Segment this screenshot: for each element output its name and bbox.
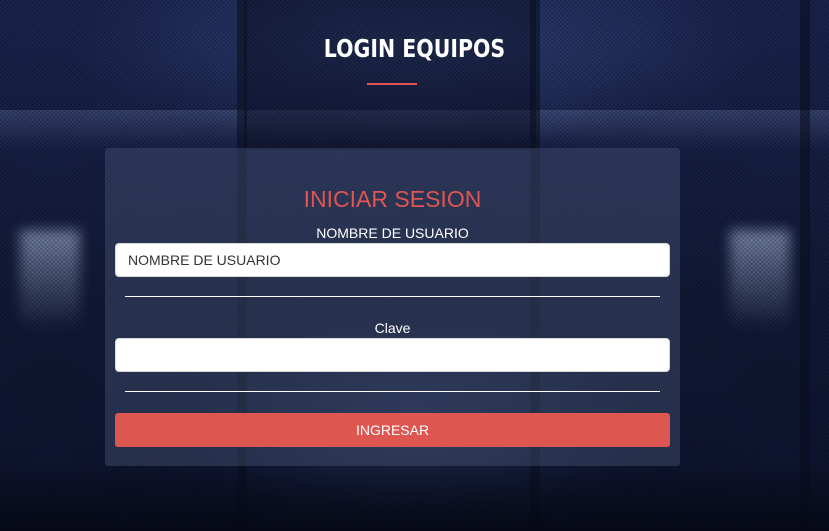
title-underline	[367, 83, 417, 85]
password-input[interactable]	[115, 338, 670, 372]
username-label: NOMBRE DE USUARIO	[316, 225, 469, 241]
username-divider	[125, 296, 660, 297]
password-label: Clave	[374, 320, 411, 336]
password-divider	[125, 391, 660, 392]
submit-button[interactable]: INGRESAR	[115, 413, 670, 447]
login-heading: INICIAR SESION	[303, 186, 482, 212]
username-input[interactable]	[115, 243, 670, 277]
page-title: LOGIN EQUIPOS	[323, 34, 506, 63]
